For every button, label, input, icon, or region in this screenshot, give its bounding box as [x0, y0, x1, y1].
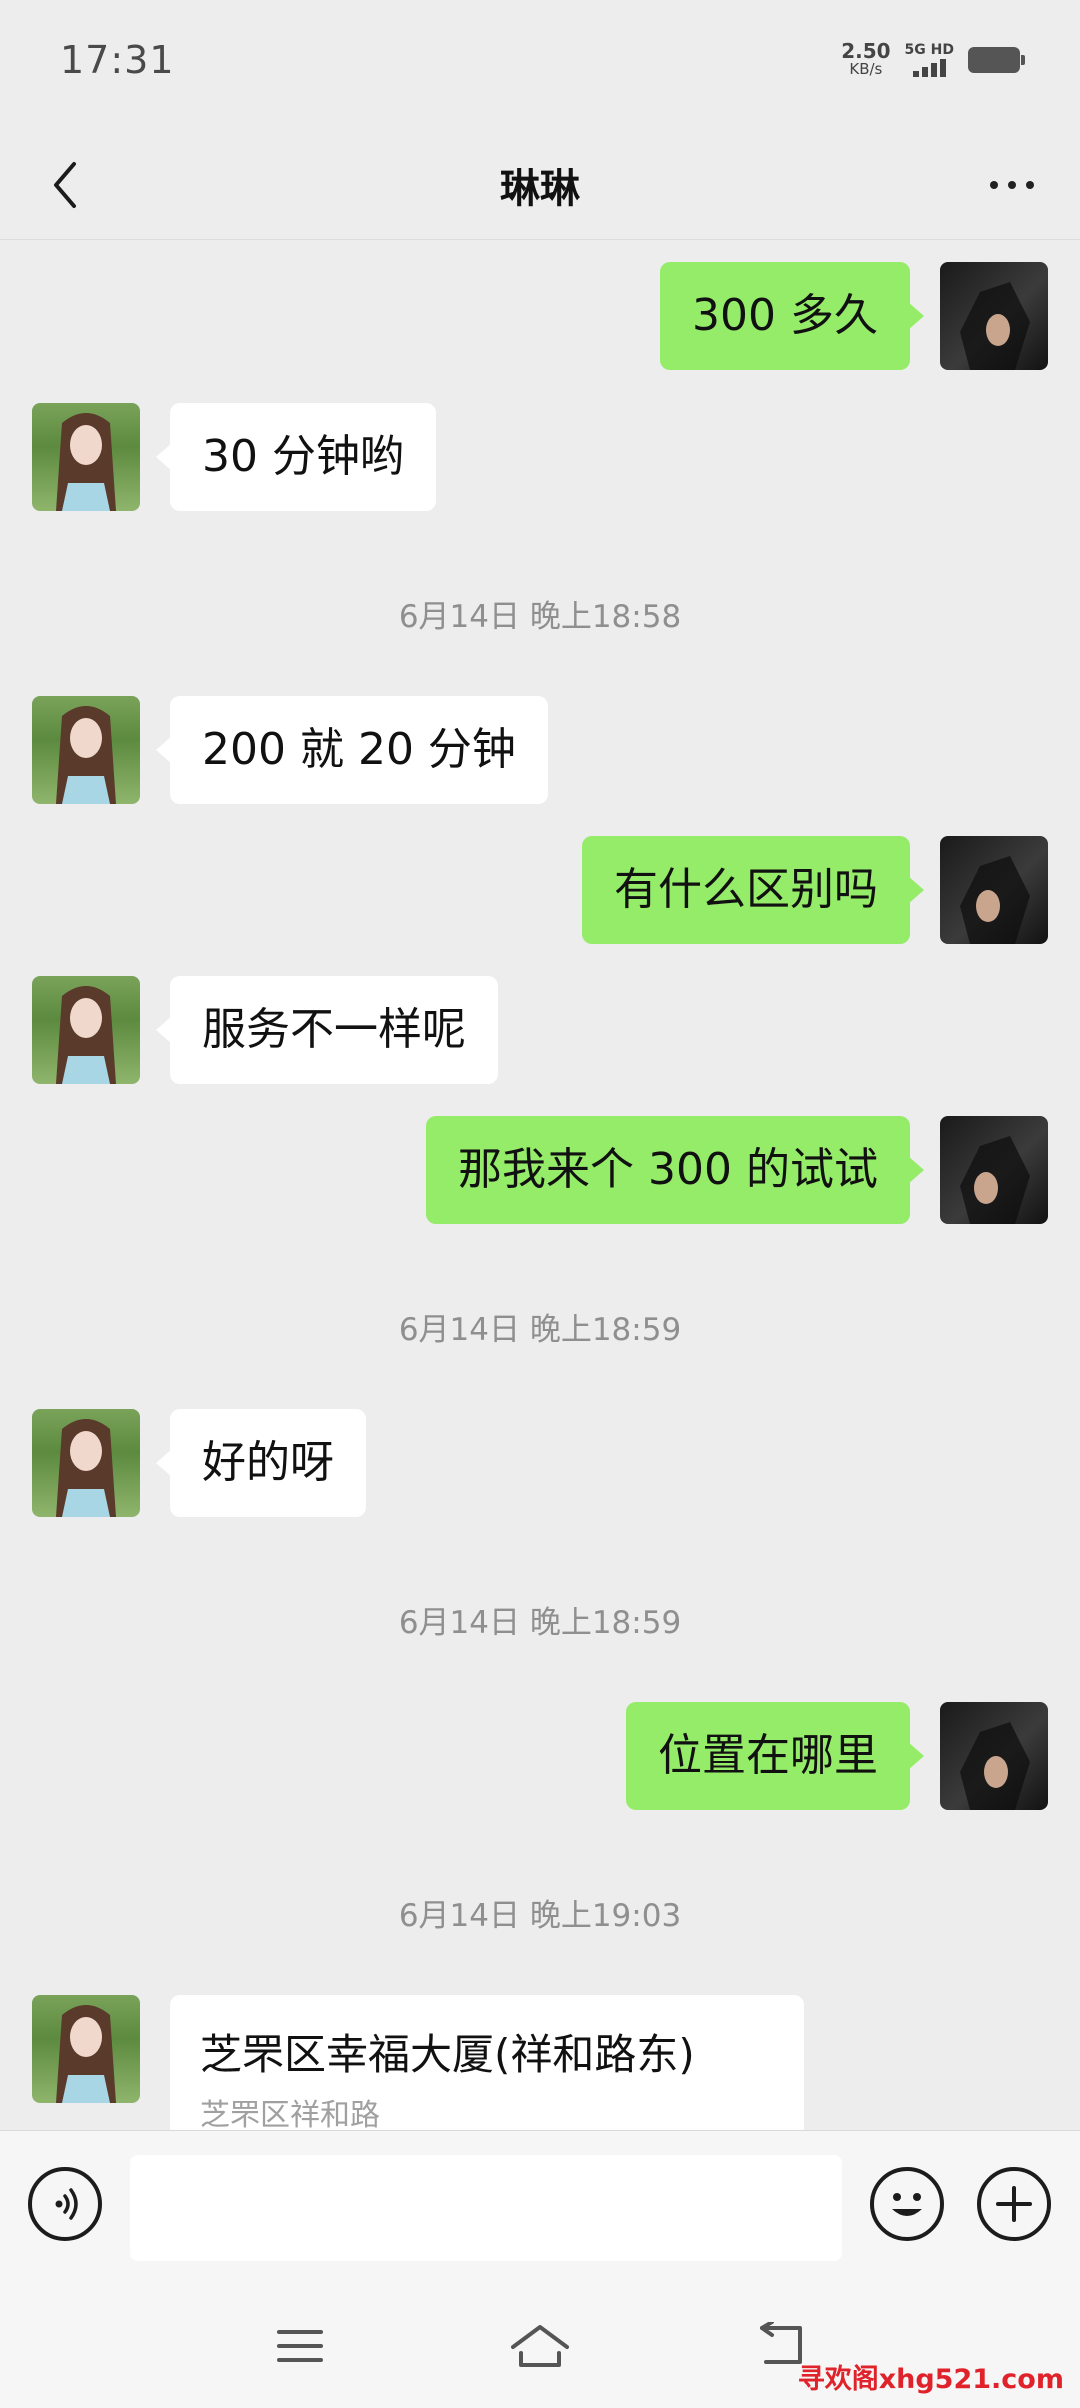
message-bubble-received[interactable]: 服务不一样呢 [156, 976, 498, 1084]
message-bubble-received[interactable]: 好的呀 [156, 1409, 366, 1517]
signal-icon: 5G HD [905, 43, 954, 77]
message-bubble-sent[interactable]: 300 多久 [660, 262, 924, 370]
contact-avatar[interactable] [32, 696, 140, 804]
timestamp: 6月14日 晚上18:59 [398, 1312, 682, 1348]
message-bubble-sent[interactable]: 那我来个 300 的试试 [426, 1116, 924, 1224]
net-speed-value: 2.50 [841, 39, 891, 63]
timestamp: 6月14日 晚上18:58 [398, 599, 682, 635]
message-bubble-sent[interactable]: 位置在哪里 [626, 1702, 924, 1810]
plus-icon [996, 2186, 1032, 2222]
message-list[interactable]: 300 多久 30 分钟哟 6月14日 晚上18:58 200 就 20 分钟 … [0, 240, 1080, 2130]
emoji-icon [892, 2193, 922, 2216]
my-avatar[interactable] [940, 836, 1048, 944]
message-bubble-received[interactable]: 30 分钟哟 [156, 403, 436, 511]
chat-header: 琳琳 [0, 128, 1080, 240]
status-indicators: 2.50 KB/s 5G HD [841, 39, 1025, 78]
voice-icon [55, 2188, 78, 2220]
contact-avatar[interactable] [32, 976, 140, 1084]
timestamp: 6月14日 晚上19:03 [398, 1898, 682, 1934]
location-title: 芝罘区幸福大厦(祥和路东) [200, 2030, 695, 2079]
contact-name-title: 琳琳 [500, 166, 580, 212]
message-bubble-received[interactable]: 200 就 20 分钟 [156, 696, 548, 804]
my-avatar[interactable] [940, 1116, 1048, 1224]
network-label: 5G HD [904, 42, 954, 58]
more-button[interactable] [972, 150, 1052, 220]
net-speed: 2.50 KB/s [841, 39, 891, 78]
system-navigation-bar: 寻欢阁xhg521.com [0, 2286, 1080, 2408]
home-icon [511, 2325, 569, 2367]
battery-icon [968, 47, 1025, 73]
timestamp: 6月14日 晚上18:59 [398, 1605, 682, 1641]
contact-avatar[interactable] [32, 1995, 140, 2103]
net-speed-unit: KB/s [849, 60, 883, 78]
voice-button[interactable] [28, 2167, 102, 2241]
more-dots-icon [990, 181, 998, 189]
message-input[interactable] [130, 2155, 842, 2261]
contact-avatar[interactable] [32, 1409, 140, 1517]
location-message-card[interactable]: 芝罘区幸福大厦(祥和路东) 芝罘区祥和路 [170, 1995, 804, 2130]
message-bubble-sent[interactable]: 有什么区别吗 [582, 836, 924, 944]
home-button[interactable] [500, 2316, 580, 2376]
plus-button[interactable] [977, 2167, 1051, 2241]
watermark: 寻欢阁xhg521.com [797, 2364, 1064, 2395]
contact-avatar[interactable] [32, 403, 140, 511]
my-avatar[interactable] [940, 262, 1048, 370]
location-subtitle: 芝罘区祥和路 [200, 2098, 380, 2130]
input-bar [0, 2130, 1080, 2286]
my-avatar[interactable] [940, 1702, 1048, 1810]
status-bar: 17:31 2.50 KB/s 5G HD [0, 0, 1080, 128]
menu-button[interactable] [260, 2316, 340, 2376]
emoji-button[interactable] [870, 2167, 944, 2241]
status-time: 17:31 [60, 38, 175, 82]
menu-icon [277, 2330, 323, 2362]
